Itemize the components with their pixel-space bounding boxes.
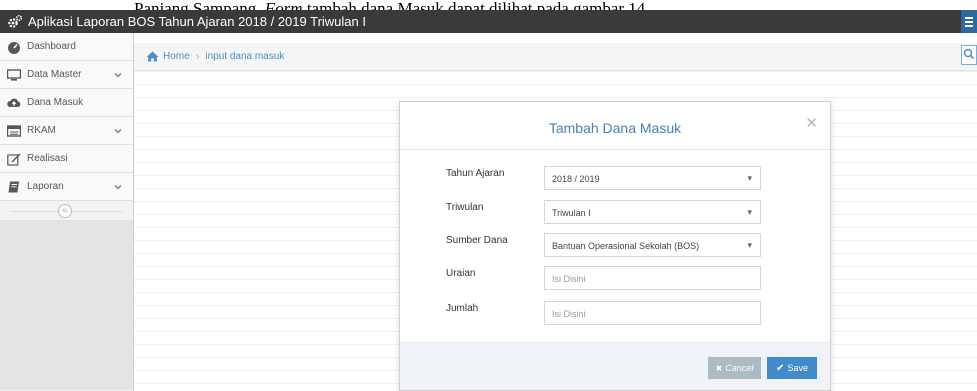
chevron-down-icon bbox=[114, 185, 122, 190]
breadcrumb-home-link[interactable]: Home bbox=[163, 51, 190, 62]
close-icon: ✖ bbox=[715, 363, 723, 373]
chevron-down-icon bbox=[114, 73, 122, 78]
save-button[interactable]: ✔ Save bbox=[767, 357, 817, 379]
app-title: Aplikasi Laporan BOS Tahun Ajaran 2018 /… bbox=[28, 14, 366, 29]
chevron-down-icon bbox=[114, 129, 122, 134]
form-row-uraian: Uraian Isi Disini bbox=[400, 266, 830, 290]
close-icon[interactable]: ✕ bbox=[805, 114, 818, 132]
double-angle-left-icon[interactable]: « bbox=[58, 204, 72, 218]
jumlah-input[interactable]: Isi Disini bbox=[544, 301, 761, 325]
sidebar-item-label: Dashboard bbox=[27, 41, 76, 52]
form-row-tahun-ajaran: Tahun Ajaran 2018 / 2019 bbox=[400, 166, 830, 190]
edit-icon bbox=[7, 153, 21, 166]
sidebar-item-label: Data Master bbox=[27, 69, 82, 80]
triwulan-select[interactable]: Triwulan I bbox=[544, 200, 761, 224]
form-row-jumlah: Jumlah Isi Disini bbox=[400, 301, 830, 325]
sidebar-item-dashboard[interactable]: Dashboard bbox=[0, 33, 133, 61]
save-label: Save bbox=[787, 363, 808, 373]
breadcrumb: Home › input dana masuk bbox=[134, 43, 977, 71]
tambah-dana-masuk-modal: Tambah Dana Masuk ✕ Tahun Ajaran 2018 / … bbox=[399, 101, 831, 391]
breadcrumb-current[interactable]: input dana masuk bbox=[205, 51, 284, 62]
sidebar-item-rkam[interactable]: RKAM bbox=[0, 117, 133, 145]
sidebar-item-label: Realisasi bbox=[27, 153, 68, 164]
desktop-icon bbox=[7, 68, 21, 81]
cancel-button[interactable]: ✖ Cancel bbox=[708, 357, 761, 379]
sidebar-empty-area bbox=[0, 221, 133, 390]
menu-toggle-button[interactable] bbox=[961, 10, 977, 33]
tachometer-icon bbox=[8, 41, 20, 54]
modal-title: Tambah Dana Masuk bbox=[548, 120, 682, 136]
uraian-label: Uraian bbox=[446, 268, 476, 279]
sidebar-collapse-row: « bbox=[0, 201, 133, 221]
search-icon bbox=[963, 48, 975, 60]
tahun-ajaran-select[interactable]: 2018 / 2019 bbox=[544, 166, 761, 190]
cloud-upload-icon bbox=[7, 98, 21, 107]
book-icon bbox=[8, 181, 19, 192]
triwulan-label: Triwulan bbox=[446, 202, 484, 213]
form-row-sumber-dana: Sumber Dana Bantuan Operasional Sekolah … bbox=[400, 233, 830, 257]
home-icon bbox=[146, 51, 159, 62]
breadcrumb-separator-icon: › bbox=[195, 50, 200, 63]
sidebar-item-realisasi[interactable]: Realisasi bbox=[0, 145, 133, 173]
jumlah-label: Jumlah bbox=[446, 303, 479, 314]
top-navbar: Aplikasi Laporan BOS Tahun Ajaran 2018 /… bbox=[0, 10, 977, 33]
search-button[interactable] bbox=[961, 45, 977, 65]
tahun-ajaran-label: Tahun Ajaran bbox=[446, 168, 505, 179]
sidebar-item-label: Laporan bbox=[27, 181, 64, 192]
sumber-dana-select[interactable]: Bantuan Operasional Sekolah (BOS) bbox=[544, 233, 761, 257]
form-row-triwulan: Triwulan Triwulan I bbox=[400, 200, 830, 224]
modal-footer: ✖ Cancel ✔ Save bbox=[400, 342, 830, 390]
sidebar-item-label: RKAM bbox=[27, 125, 56, 136]
cancel-label: Cancel bbox=[725, 363, 754, 373]
modal-body: Tahun Ajaran 2018 / 2019 Triwulan Triwul… bbox=[400, 150, 830, 342]
uraian-input[interactable]: Isi Disini bbox=[544, 266, 761, 290]
sidebar: Dashboard Data Master Dana Masuk RKAM Re… bbox=[0, 33, 134, 391]
check-icon: ✔ bbox=[776, 362, 785, 374]
app-brand[interactable]: Aplikasi Laporan BOS Tahun Ajaran 2018 /… bbox=[7, 13, 366, 30]
sidebar-item-dana-masuk[interactable]: Dana Masuk bbox=[0, 89, 133, 117]
sidebar-item-label: Dana Masuk bbox=[27, 97, 84, 108]
list-alt-icon bbox=[7, 124, 21, 137]
sidebar-item-laporan[interactable]: Laporan bbox=[0, 173, 133, 201]
sidebar-item-data-master[interactable]: Data Master bbox=[0, 61, 133, 89]
sumber-dana-label: Sumber Dana bbox=[446, 235, 508, 246]
cogs-icon bbox=[8, 14, 23, 28]
modal-header: Tambah Dana Masuk ✕ bbox=[400, 102, 830, 150]
